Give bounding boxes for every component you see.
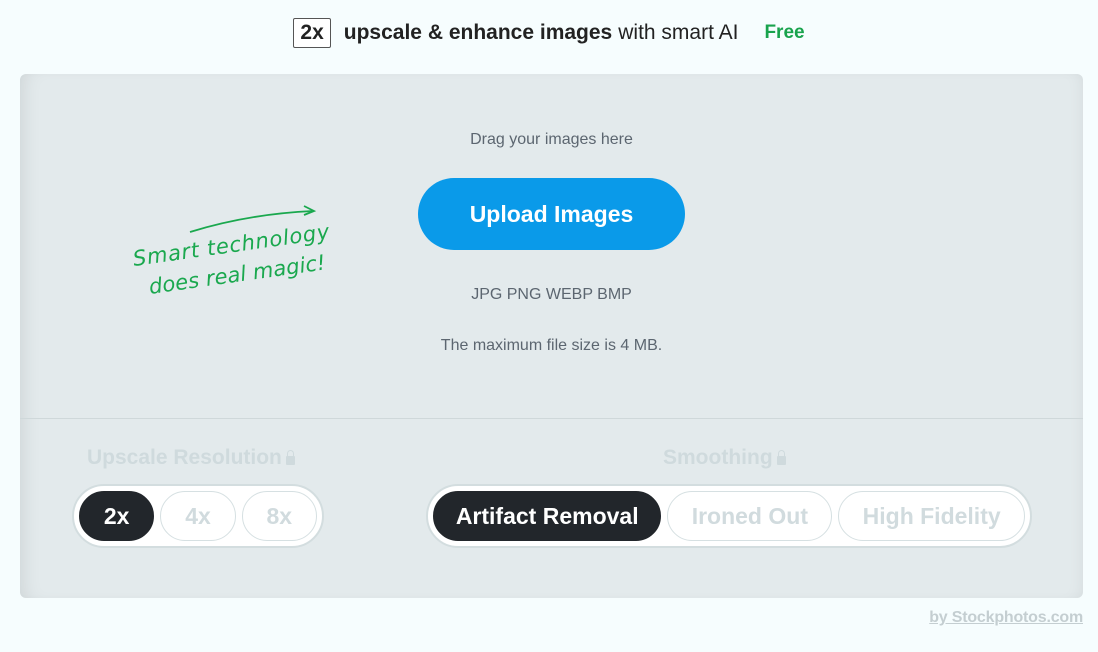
lock-icon (285, 449, 295, 465)
smoothing-label: Smoothing (663, 446, 786, 470)
upload-panel[interactable]: Drag your images here Upload Images JPG … (20, 74, 1083, 598)
page-header: 2x upscale & enhance images with smart A… (0, 16, 1098, 50)
drag-hint: Drag your images here (470, 131, 633, 148)
resolution-option-8x[interactable]: 8x (241, 491, 317, 541)
resolution-option-4x[interactable]: 4x (160, 491, 236, 541)
smoothing-selector: Artifact Removal Ironed Out High Fidelit… (426, 484, 1032, 548)
smoothing-option-high-fidelity[interactable]: High Fidelity (838, 491, 1025, 541)
resolution-option-2x[interactable]: 2x (79, 491, 155, 541)
resolution-selector: 2x 4x 8x (72, 484, 324, 548)
lock-icon (776, 449, 786, 465)
section-divider (20, 418, 1083, 419)
free-label: Free (764, 22, 805, 43)
resolution-label: Upscale Resolution (87, 446, 295, 470)
smoothing-option-ironed-out[interactable]: Ironed Out (667, 491, 833, 541)
resolution-label-text: Upscale Resolution (87, 446, 282, 469)
smoothing-label-text: Smoothing (663, 446, 773, 469)
stockphotos-credit-link[interactable]: by Stockphotos.com (929, 609, 1083, 627)
max-file-size: The maximum file size is 4 MB. (440, 337, 663, 354)
title-bold: upscale & enhance images (343, 21, 613, 44)
scale-badge: 2x (293, 18, 331, 48)
title-regular: with smart AI (618, 21, 739, 44)
upload-images-button[interactable]: Upload Images (418, 178, 685, 250)
smoothing-option-artifact-removal[interactable]: Artifact Removal (433, 491, 662, 541)
magic-annotation: Smart technology does real magic! (131, 205, 331, 299)
